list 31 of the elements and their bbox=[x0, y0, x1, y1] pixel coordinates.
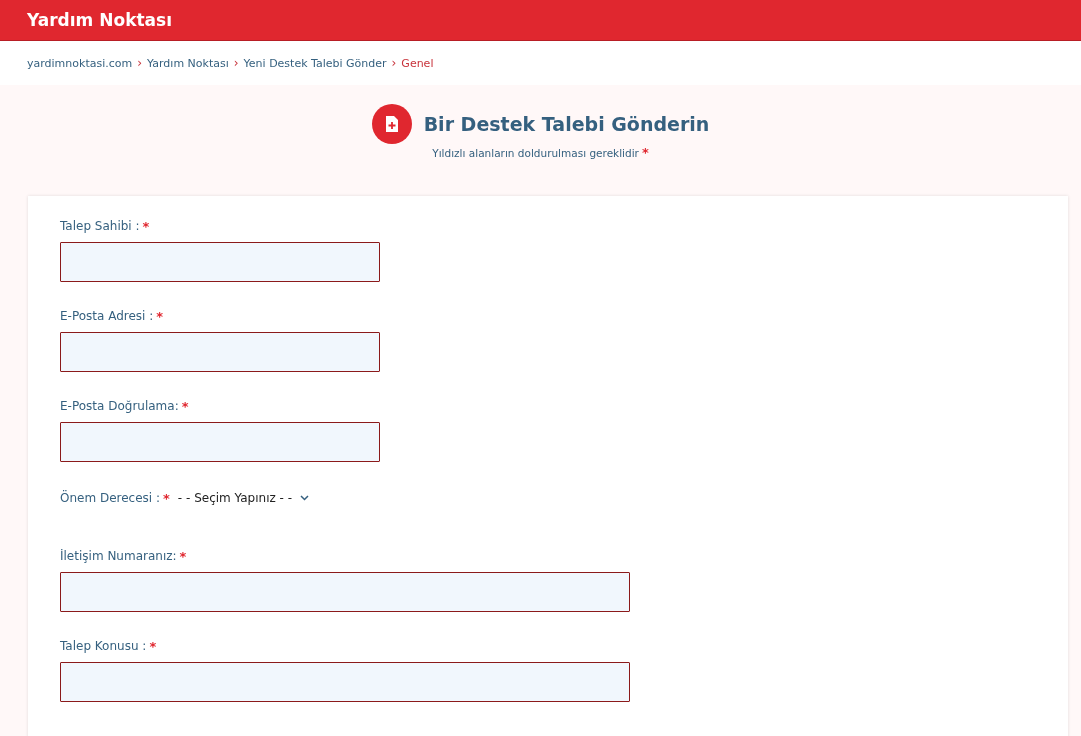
breadcrumb-link[interactable]: Yardım Noktası bbox=[147, 56, 229, 70]
site-title: Yardım Noktası bbox=[27, 10, 172, 30]
input-field[interactable] bbox=[60, 422, 380, 462]
chevron-icon: › bbox=[137, 56, 143, 70]
field-label: E-Posta Adresi : bbox=[60, 309, 154, 323]
required-mark: * bbox=[149, 638, 157, 654]
chevron-down-icon bbox=[300, 495, 310, 501]
new-document-icon bbox=[371, 104, 412, 144]
input-field[interactable] bbox=[60, 242, 380, 282]
required-note: Yıldızlı alanların doldurulması gereklidir bbox=[432, 147, 639, 159]
breadcrumb-link[interactable]: Genel bbox=[401, 56, 434, 70]
required-mark: * bbox=[641, 144, 649, 160]
page-title: Bir Destek Talebi Gönderin bbox=[423, 113, 710, 135]
field-label: E-Posta Doğrulama: bbox=[60, 399, 179, 413]
required-mark: * bbox=[181, 398, 189, 414]
field-label: İletişim Numaranız: bbox=[60, 549, 177, 563]
chevron-icon: › bbox=[391, 56, 397, 70]
required-mark: * bbox=[142, 218, 150, 234]
breadcrumb-link[interactable]: yardimnoktasi.com bbox=[27, 56, 133, 70]
breadcrumb-link[interactable]: Yeni Destek Talebi Gönder bbox=[243, 56, 387, 70]
chevron-icon: › bbox=[233, 56, 239, 70]
priority-select[interactable]: - - Seçim Yapınız - - bbox=[177, 491, 310, 505]
field-label: Talep Konusu : bbox=[60, 639, 147, 653]
required-mark: * bbox=[179, 548, 187, 564]
field-label: Önem Derecesi : bbox=[60, 491, 161, 505]
input-field[interactable] bbox=[60, 662, 630, 702]
input-field[interactable] bbox=[60, 332, 380, 372]
required-mark: * bbox=[156, 308, 164, 324]
required-mark: * bbox=[163, 490, 170, 506]
input-field[interactable] bbox=[60, 572, 630, 612]
field-label: Talep Sahibi : bbox=[60, 219, 140, 233]
